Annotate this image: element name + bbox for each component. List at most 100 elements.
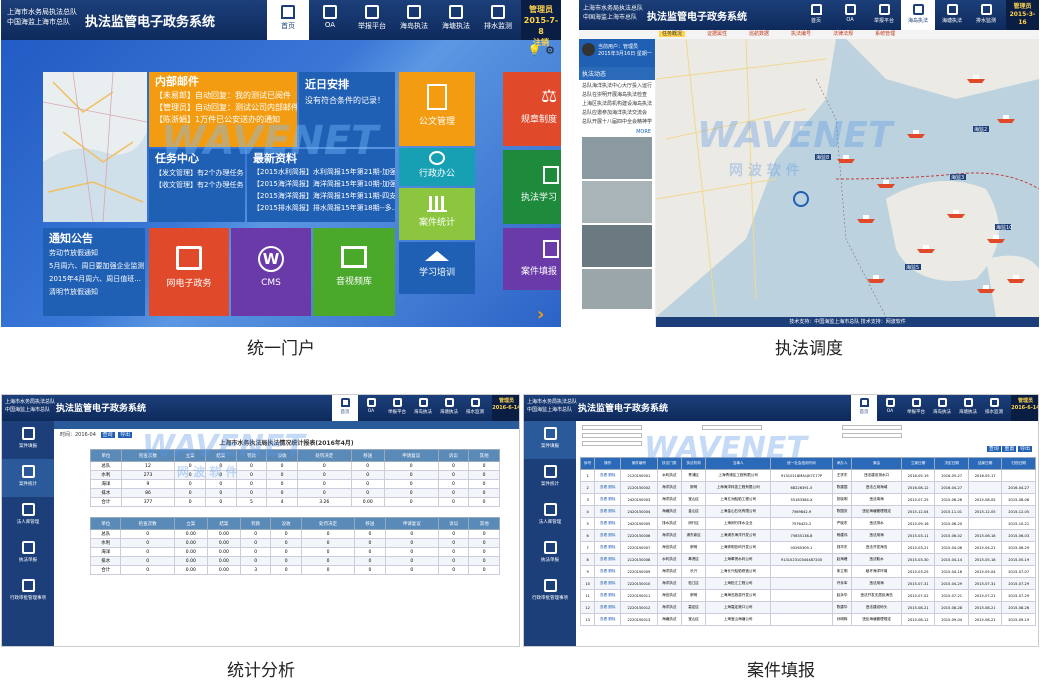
cms-tile[interactable]: W CMS xyxy=(231,228,311,316)
column-header[interactable]: 单位 xyxy=(90,449,122,462)
nav-home[interactable]: 首页 xyxy=(332,395,358,421)
news-item[interactable]: 【2015海洋简报】海洋简报15年第11期-四支... xyxy=(253,190,395,202)
table-cell[interactable]: 查看 删除 xyxy=(594,505,622,518)
ship-tag[interactable]: 海监8 xyxy=(816,154,829,161)
sidebar-item[interactable]: 案件填报 xyxy=(524,421,576,459)
column-header[interactable]: 结案 xyxy=(206,517,241,530)
table-row[interactable]: 海洋 0 0.00 0.00 0 0 0 0 0 0 0 xyxy=(89,547,500,557)
table-row[interactable]: 1 查看 删除 2120150001 水利执法 青浦区 上海青浦区工程有限公司 913101… xyxy=(579,469,1036,482)
nav-home[interactable]: 首页 xyxy=(267,0,309,40)
doc-mgmt-tile[interactable]: 公文管理 xyxy=(399,72,475,146)
table-cell[interactable]: 查看 删除 xyxy=(594,589,622,602)
news-item[interactable]: 总队海洋执法中心大厅投入运行 xyxy=(582,82,652,91)
dispatch-map[interactable]: 海监2 海监3 海监5 海监8 海监10 xyxy=(656,39,1039,317)
news-item[interactable]: 总队开展十八届四中全会精神学习 xyxy=(582,118,652,127)
exec-study-tile[interactable]: 执法学习 xyxy=(503,150,561,224)
table-row[interactable]: 水利 273 0 0 0 0 0 0 0 0 0 xyxy=(90,470,500,480)
table-cell[interactable]: 查看 删除 xyxy=(594,565,622,578)
user-box[interactable]: 管理员 2015-3-16 xyxy=(1006,0,1039,30)
table-cell[interactable]: 查看 删除 xyxy=(594,469,622,482)
study-tile[interactable]: 学习培训 xyxy=(399,242,475,294)
nav-seawall[interactable]: 海塘执法 xyxy=(935,0,969,30)
table-row[interactable]: 4 查看 删除 2420150004 海塘执法 金山区 上海金山石化有限公司 7569842… xyxy=(579,505,1036,518)
nav-drain[interactable]: 排水监测 xyxy=(981,395,1007,421)
column-header[interactable]: 申请复议 xyxy=(384,517,439,530)
mail-item[interactable]: 【管理员】自动回复：测试公司内部邮件 xyxy=(155,102,297,114)
table-row[interactable]: 8 查看 删除 2120150008 水利执法 奉贤区 上海奉贤水利公司 913102310… xyxy=(579,553,1036,566)
column-header[interactable]: 移送 xyxy=(354,517,386,530)
table-cell[interactable]: 查看 删除 xyxy=(594,529,622,542)
table-row[interactable]: 13 查看 删除 2220150013 海塘执法 宝山区 上海宝山海塘公司 孙明辉 违反海塘管… xyxy=(579,613,1036,626)
table-row[interactable]: 总队 12 0 0 0 0 0 0 0 0 0 xyxy=(90,461,500,471)
nav-drain[interactable]: 排水监测 xyxy=(477,0,519,40)
column-header[interactable]: 统一社会信用代码 xyxy=(770,457,833,470)
column-header[interactable]: 诉讼 xyxy=(437,449,470,462)
table-cell[interactable]: 查看 删除 xyxy=(594,577,622,590)
photo-thumbnail[interactable] xyxy=(582,137,652,179)
table-row[interactable]: 12 查看 删除 2220150012 海洋执法 嘉定区 上海嘉定港口公司 陈建华 违法建设码… xyxy=(579,601,1036,614)
sidebar-item[interactable]: 法人库管理 xyxy=(524,497,576,535)
photo-thumbnail[interactable] xyxy=(582,269,652,309)
form-field[interactable] xyxy=(842,425,902,430)
sidebar-item[interactable]: 执法单报 xyxy=(2,535,54,573)
nav-island[interactable]: 海岛执法 xyxy=(393,0,435,40)
column-header[interactable]: 案件编号 xyxy=(620,457,658,470)
nav-seawall[interactable]: 海塘执法 xyxy=(435,0,477,40)
table-row[interactable]: 10 查看 删除 2220150010 海洋执法 松江区 上海松江工程公司 许永军 违法用海 2… xyxy=(579,577,1036,590)
search-button[interactable]: 查询 xyxy=(986,446,1001,452)
column-header[interactable]: 罚款 xyxy=(239,517,272,530)
next-page-icon[interactable]: › xyxy=(537,304,544,325)
nav-oa[interactable]: OA xyxy=(877,395,903,421)
map-tile[interactable] xyxy=(43,72,147,222)
table-row[interactable]: 总队 0 0.00 0.00 0 0 0 0 0 0 0 xyxy=(89,529,500,539)
column-header[interactable]: 结案日期 xyxy=(967,457,1003,470)
ship-tag[interactable]: 海监5 xyxy=(906,264,919,271)
more-link[interactable]: MORE xyxy=(579,129,655,135)
nav-report[interactable]: 举报平台 xyxy=(351,0,393,40)
table-row[interactable]: 9 查看 删除 2220150009 海洋执法 长兴 上海长兴船舶修造公司 朱立明 破坏海洋环… xyxy=(579,565,1036,578)
table-row[interactable]: 11 查看 删除 2220150011 海岛执法 崇明 上海海岛旅游开发公司 赵永华 违法开发… xyxy=(579,589,1036,602)
table-row[interactable]: 排水 0 0.00 0.00 0 0 0 0 0 0 0 xyxy=(89,556,500,566)
schedule-tile[interactable]: 近日安排 没有符合条件的记录！ xyxy=(299,72,395,147)
column-header[interactable]: 移送 xyxy=(350,449,385,462)
form-field[interactable] xyxy=(582,441,642,446)
nav-drain[interactable]: 排水监测 xyxy=(462,395,488,421)
table-cell[interactable]: 查看 删除 xyxy=(594,613,622,626)
map-tab[interactable]: 法律法规 xyxy=(833,31,853,37)
column-header[interactable]: 检查次数 xyxy=(120,517,175,530)
map-tab[interactable]: 系统管理 xyxy=(875,31,895,37)
nav-island[interactable]: 海岛执法 xyxy=(410,395,436,421)
sidebar-item[interactable]: 案件填报 xyxy=(2,421,54,459)
task-item[interactable]: 【收文管理】有2个办理任务 xyxy=(155,179,243,191)
sidebar-item[interactable]: 法人库管理 xyxy=(2,497,54,535)
nav-drain[interactable]: 排水监测 xyxy=(969,0,1003,30)
form-field[interactable] xyxy=(702,425,762,430)
table-cell[interactable]: 查看 删除 xyxy=(594,493,622,506)
table-cell[interactable]: 查看 删除 xyxy=(594,553,622,566)
mail-item[interactable]: 【陈浙娟】1万件已公安送办的通知 xyxy=(155,114,291,126)
table-row[interactable]: 排水 86 0 0 0 0 0 0 0 0 0 xyxy=(90,488,500,498)
table-cell[interactable]: 查看 删除 xyxy=(594,481,622,494)
sidebar-item[interactable]: 行政审批管理事项 xyxy=(524,573,576,611)
column-header[interactable]: 承办人 xyxy=(831,457,853,470)
form-field[interactable] xyxy=(842,433,902,438)
export-button[interactable]: 导出 xyxy=(1017,446,1032,452)
table-row[interactable]: 合计 377 0 0 5 4 3.26 0.00 0 0 0 xyxy=(90,497,500,507)
column-header[interactable]: 结案 xyxy=(204,449,237,462)
nav-oa[interactable]: OA xyxy=(833,0,867,30)
sidebar-item[interactable]: 案件统计 xyxy=(2,459,54,497)
news-tile[interactable]: 最新资料 【2015水利简报】水利简报15年第21期-加强... 【2015海洋… xyxy=(247,149,395,222)
sidebar-item[interactable]: 执法单报 xyxy=(524,535,576,573)
user-box[interactable]: 管理员 2015-7-8 注销 xyxy=(521,0,561,47)
map-tab[interactable]: 执法编号 xyxy=(791,31,811,37)
nav-seawall[interactable]: 海塘执法 xyxy=(436,395,462,421)
column-header[interactable]: 操作 xyxy=(594,457,622,470)
map-tab[interactable]: 证据属性 xyxy=(707,31,727,37)
nav-seawall[interactable]: 海塘执法 xyxy=(955,395,981,421)
user-box[interactable]: 管理员 2016-6-14 xyxy=(492,395,519,421)
nav-report[interactable]: 举报平台 xyxy=(867,0,901,30)
nav-report[interactable]: 举报平台 xyxy=(903,395,929,421)
table-row[interactable]: 3 查看 删除 2420150003 海洋执法 宝山区 上海五洲船舶工程公司 5518336… xyxy=(579,493,1036,506)
ship-tag[interactable]: 海监3 xyxy=(951,174,964,181)
column-header[interactable]: 处罚决定 xyxy=(296,449,352,462)
